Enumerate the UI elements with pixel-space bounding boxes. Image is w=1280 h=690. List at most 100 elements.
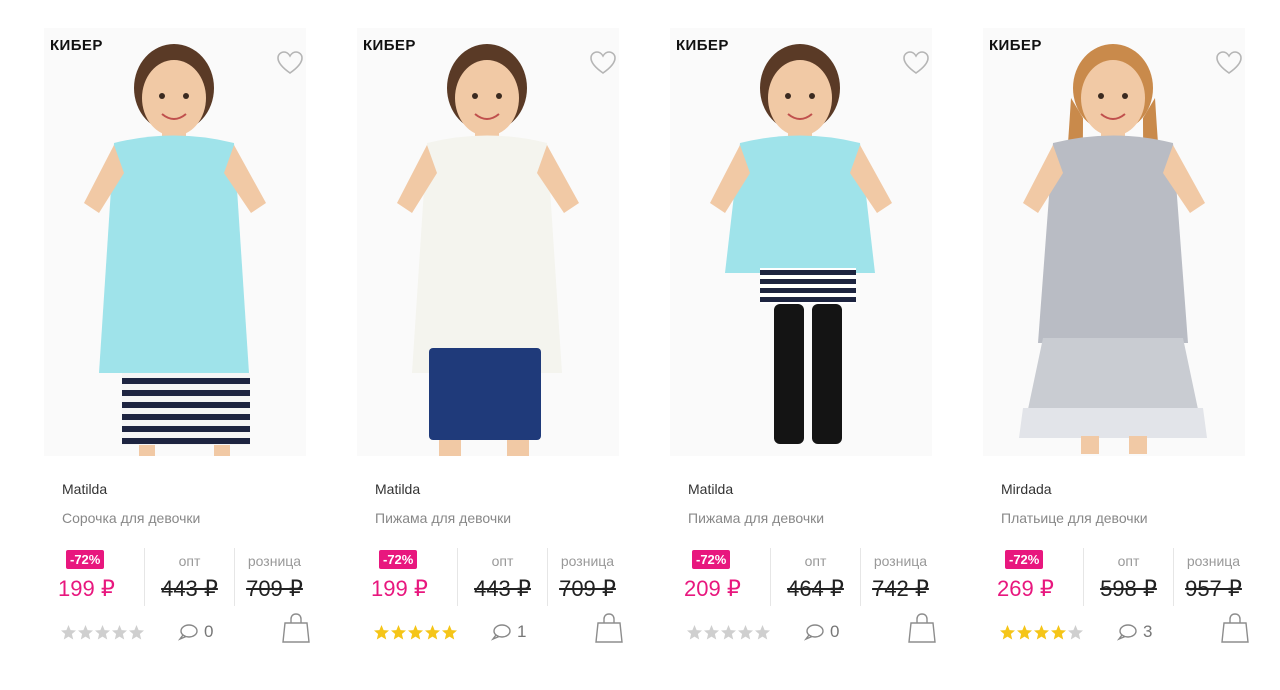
product-brand[interactable]: Matilda xyxy=(62,481,107,497)
retail-price: 709 ₽ xyxy=(246,576,303,601)
sale-column: -72% 199 ₽ xyxy=(369,548,457,606)
retail-price: 709 ₽ xyxy=(559,576,616,601)
retail-label: розница xyxy=(560,553,615,569)
product-title[interactable]: Платьице для девочки xyxy=(1001,510,1148,526)
product-image[interactable] xyxy=(983,28,1245,456)
heart-icon[interactable] xyxy=(276,50,304,76)
opt-label: опт xyxy=(1117,553,1140,569)
star-icon[interactable] xyxy=(111,624,128,641)
star-icon[interactable] xyxy=(94,624,111,641)
rating-stars[interactable] xyxy=(373,624,458,642)
discount-badge: -72% xyxy=(379,550,418,569)
sale-price: 199 ₽ xyxy=(371,576,428,601)
star-icon[interactable] xyxy=(737,624,754,641)
star-icon[interactable] xyxy=(60,624,77,641)
rating-stars[interactable] xyxy=(60,624,145,642)
retail-price: 742 ₽ xyxy=(872,576,929,601)
product-illustration xyxy=(357,28,619,456)
star-icon[interactable] xyxy=(720,624,737,641)
star-icon[interactable] xyxy=(373,624,390,641)
star-icon[interactable] xyxy=(441,624,458,641)
sale-price: 209 ₽ xyxy=(684,576,741,601)
star-icon[interactable] xyxy=(703,624,720,641)
retail-column: розница 742 ₽ xyxy=(860,548,940,606)
star-icon[interactable] xyxy=(407,624,424,641)
opt-label: опт xyxy=(804,553,827,569)
heart-icon[interactable] xyxy=(902,50,930,76)
opt-column: опт 443 ₽ xyxy=(144,548,234,606)
product-brand[interactable]: Mirdada xyxy=(1001,481,1052,497)
promo-badge: КИБЕР xyxy=(363,37,416,54)
product-title[interactable]: Пижама для девочки xyxy=(375,510,511,526)
product-image[interactable] xyxy=(670,28,932,456)
product-grid: КИБЕР Matilda Сорочка для девочки -72% 1… xyxy=(0,0,1280,690)
opt-column: опт 464 ₽ xyxy=(770,548,860,606)
product-card: КИБЕР Matilda Сорочка для девочки -72% 1… xyxy=(0,0,313,690)
star-icon[interactable] xyxy=(424,624,441,641)
opt-price: 598 ₽ xyxy=(1100,576,1157,601)
star-icon[interactable] xyxy=(1050,624,1067,641)
star-icon[interactable] xyxy=(128,624,145,641)
add-to-cart-icon[interactable] xyxy=(282,612,310,644)
comment-icon xyxy=(178,624,198,641)
star-icon[interactable] xyxy=(754,624,771,641)
rating-stars[interactable] xyxy=(686,624,771,642)
comments[interactable]: 1 xyxy=(491,621,526,643)
price-row: -72% 269 ₽ опт 598 ₽ розница 957 ₽ xyxy=(995,548,1251,606)
sale-column: -72% 199 ₽ xyxy=(56,548,144,606)
retail-label: розница xyxy=(1186,553,1241,569)
product-illustration xyxy=(983,28,1245,456)
promo-badge: КИБЕР xyxy=(989,37,1042,54)
product-title[interactable]: Сорочка для девочки xyxy=(62,510,200,526)
star-icon[interactable] xyxy=(1067,624,1084,641)
price-row: -72% 199 ₽ опт 443 ₽ розница 709 ₽ xyxy=(56,548,312,606)
comments[interactable]: 3 xyxy=(1117,621,1152,643)
star-icon[interactable] xyxy=(1033,624,1050,641)
comments[interactable]: 0 xyxy=(178,621,213,643)
product-image[interactable] xyxy=(44,28,306,456)
retail-price: 957 ₽ xyxy=(1185,576,1242,601)
comment-count: 0 xyxy=(204,622,214,641)
sale-column: -72% 209 ₽ xyxy=(682,548,770,606)
sale-column: -72% 269 ₽ xyxy=(995,548,1083,606)
opt-label: опт xyxy=(178,553,201,569)
opt-price: 443 ₽ xyxy=(161,576,218,601)
promo-badge: КИБЕР xyxy=(50,37,103,54)
comment-count: 0 xyxy=(830,622,840,641)
product-card: КИБЕР Mirdada Платьице для девочки -72% … xyxy=(939,0,1252,690)
product-illustration xyxy=(44,28,306,456)
comment-count: 1 xyxy=(517,622,527,641)
comment-count: 3 xyxy=(1143,622,1153,641)
sale-price: 199 ₽ xyxy=(58,576,115,601)
discount-badge: -72% xyxy=(66,550,105,569)
retail-column: розница 709 ₽ xyxy=(547,548,627,606)
star-icon[interactable] xyxy=(77,624,94,641)
comments[interactable]: 0 xyxy=(804,621,839,643)
product-brand[interactable]: Matilda xyxy=(375,481,420,497)
product-image[interactable] xyxy=(357,28,619,456)
star-icon[interactable] xyxy=(1016,624,1033,641)
product-brand[interactable]: Matilda xyxy=(688,481,733,497)
product-illustration xyxy=(670,28,932,456)
promo-badge: КИБЕР xyxy=(676,37,729,54)
rating-stars[interactable] xyxy=(999,624,1084,642)
discount-badge: -72% xyxy=(692,550,731,569)
opt-price: 443 ₽ xyxy=(474,576,531,601)
retail-label: розница xyxy=(247,553,302,569)
opt-label: опт xyxy=(491,553,514,569)
add-to-cart-icon[interactable] xyxy=(1221,612,1249,644)
add-to-cart-icon[interactable] xyxy=(595,612,623,644)
price-row: -72% 199 ₽ опт 443 ₽ розница 709 ₽ xyxy=(369,548,625,606)
add-to-cart-icon[interactable] xyxy=(908,612,936,644)
heart-icon[interactable] xyxy=(1215,50,1243,76)
discount-badge: -72% xyxy=(1005,550,1044,569)
retail-column: розница 709 ₽ xyxy=(234,548,314,606)
comment-icon xyxy=(1117,624,1137,641)
product-card: КИБЕР Matilda Пижама для девочки -72% 20… xyxy=(626,0,939,690)
star-icon[interactable] xyxy=(390,624,407,641)
star-icon[interactable] xyxy=(686,624,703,641)
heart-icon[interactable] xyxy=(589,50,617,76)
product-title[interactable]: Пижама для девочки xyxy=(688,510,824,526)
star-icon[interactable] xyxy=(999,624,1016,641)
price-row: -72% 209 ₽ опт 464 ₽ розница 742 ₽ xyxy=(682,548,938,606)
